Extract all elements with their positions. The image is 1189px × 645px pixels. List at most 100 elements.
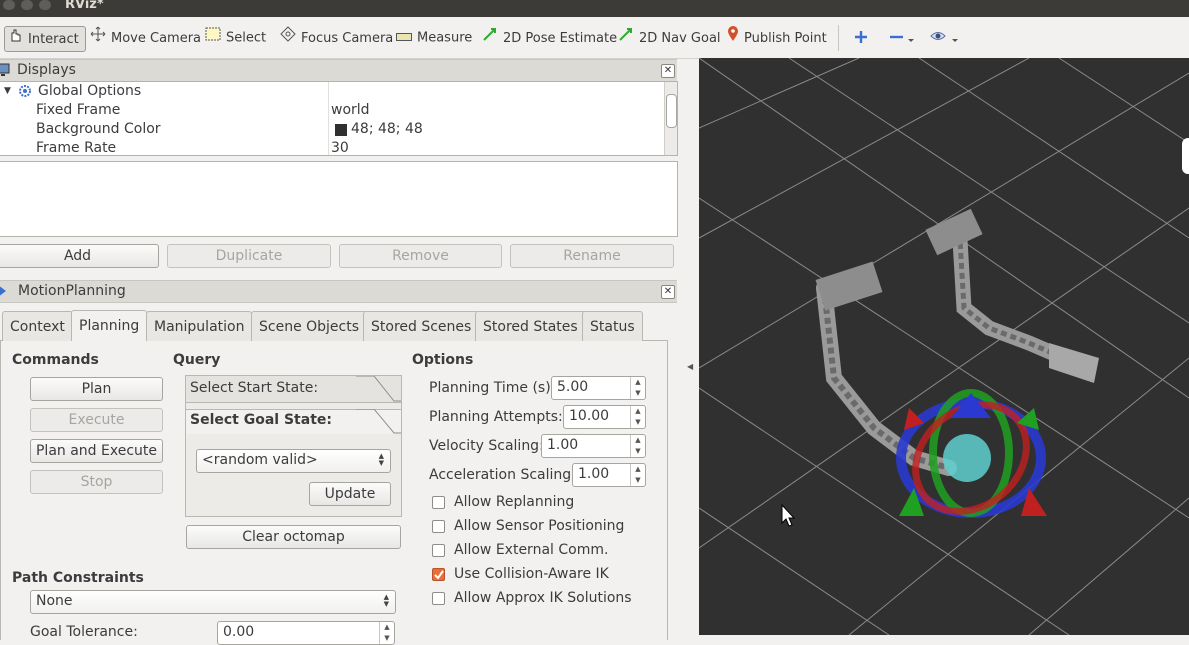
- tool-2d-nav-goal[interactable]: 2D Nav Goal: [618, 26, 721, 50]
- tool-label: Select: [226, 30, 267, 46]
- color-swatch[interactable]: [335, 124, 347, 136]
- close-motion-planning-button[interactable]: ✕: [661, 285, 675, 299]
- planning-time-spinbox[interactable]: 5.00 ▲ ▼: [551, 376, 646, 400]
- remove-tool-icon[interactable]: [889, 29, 917, 49]
- plan-and-execute-button[interactable]: Plan and Execute: [30, 439, 163, 463]
- toolbox-tab-notch: [356, 409, 401, 434]
- add-tool-icon[interactable]: [853, 29, 869, 49]
- goal-tolerance-spinbox[interactable]: 0.00 ▲ ▼: [217, 621, 395, 645]
- tool-label: 2D Nav Goal: [639, 31, 721, 46]
- tab-context[interactable]: Context: [2, 311, 73, 341]
- viewport-scene: [699, 58, 1189, 635]
- fixed-frame-value[interactable]: world: [331, 101, 370, 120]
- tool-move-camera[interactable]: Move Camera: [90, 26, 201, 50]
- ground-grid: [699, 58, 1189, 635]
- clear-octomap-button[interactable]: Clear octomap: [186, 525, 401, 549]
- stop-button[interactable]: Stop: [30, 470, 163, 494]
- tool-publish-point[interactable]: Publish Point: [727, 26, 827, 50]
- start-state-page[interactable]: Select Start State:: [186, 376, 401, 403]
- toolbox-tab-notch: [356, 376, 401, 402]
- scrollbar-thumb[interactable]: [666, 94, 677, 128]
- toolbar-separator: [838, 25, 839, 51]
- add-display-button[interactable]: Add: [0, 244, 159, 268]
- move-camera-icon: [90, 26, 106, 51]
- spin-arrows-icon[interactable]: ▲ ▼: [630, 406, 645, 428]
- allow-replanning-checkbox[interactable]: [432, 496, 445, 509]
- execute-button[interactable]: Execute: [30, 408, 163, 432]
- viewport-side-handle[interactable]: [1182, 138, 1189, 174]
- update-button[interactable]: Update: [309, 482, 391, 506]
- robot-arm-right: [925, 208, 1099, 383]
- velocity-scaling-value: 1.00: [547, 437, 579, 453]
- duplicate-display-button[interactable]: Duplicate: [167, 244, 331, 268]
- hand-cursor-icon: [7, 27, 23, 52]
- path-constraints-value: None: [36, 593, 73, 609]
- remove-display-button[interactable]: Remove: [339, 244, 502, 268]
- tool-select[interactable]: Select: [205, 26, 266, 50]
- tab-planning[interactable]: Planning: [71, 310, 148, 341]
- tool-interact[interactable]: Interact: [4, 26, 86, 52]
- path-constraints-select[interactable]: None ▲ ▼: [30, 590, 396, 614]
- tool-label: Move Camera: [111, 31, 202, 46]
- velocity-scaling-spinbox[interactable]: 1.00 ▲ ▼: [541, 434, 646, 458]
- planning-attempts-label: Planning Attempts:: [429, 409, 563, 425]
- tool-measure[interactable]: Measure: [396, 26, 472, 50]
- background-color-value[interactable]: 48; 48; 48: [351, 120, 423, 139]
- tab-status[interactable]: Status: [582, 311, 643, 341]
- tab-stored-states[interactable]: Stored States: [475, 311, 586, 341]
- tool-label: Focus Camera: [301, 31, 394, 46]
- query-toolbox: Select Start State: Select Goal State: <…: [185, 375, 402, 517]
- tool-label: Publish Point: [744, 31, 827, 46]
- tool-2d-pose-estimate[interactable]: 2D Pose Estimate: [482, 26, 617, 50]
- goal-state-select[interactable]: <random valid> ▲ ▼: [196, 449, 391, 473]
- collision-aware-ik-checkbox[interactable]: [432, 568, 445, 581]
- mouse-cursor-icon: [781, 503, 796, 527]
- minimize-window-icon[interactable]: [21, 0, 33, 10]
- tree-scrollbar[interactable]: [664, 82, 677, 155]
- planning-attempts-spinbox[interactable]: 10.00 ▲ ▼: [563, 405, 646, 429]
- tree-row-background-color[interactable]: Background Color: [36, 120, 161, 139]
- view-panels-eye-icon[interactable]: [930, 29, 960, 49]
- goal-tolerance-label: Goal Tolerance:: [30, 624, 138, 640]
- collapse-panel-arrow-icon[interactable]: ◀: [687, 362, 693, 371]
- allow-sensor-positioning-checkbox[interactable]: [432, 520, 445, 533]
- allow-external-comm-label: Allow External Comm.: [454, 542, 609, 558]
- tab-stored-scenes[interactable]: Stored Scenes: [363, 311, 480, 341]
- path-constraints-title: Path Constraints: [12, 570, 144, 586]
- spin-arrows-icon[interactable]: ▲ ▼: [630, 464, 645, 486]
- planning-time-value: 5.00: [557, 379, 589, 395]
- tool-focus-camera[interactable]: Focus Camera: [280, 26, 393, 50]
- goal-state-value: <random valid>: [202, 452, 318, 468]
- allow-approx-ik-checkbox[interactable]: [432, 592, 445, 605]
- goal-state-page[interactable]: Select Goal State:: [186, 409, 401, 434]
- allow-external-comm-checkbox[interactable]: [432, 544, 445, 557]
- select-box-icon: [205, 26, 221, 50]
- spin-arrows-icon[interactable]: ▲ ▼: [630, 435, 645, 457]
- maximize-window-icon[interactable]: [39, 0, 51, 10]
- motion-planning-icon: [0, 284, 8, 305]
- tree-row-fixed-frame[interactable]: Fixed Frame: [36, 101, 120, 120]
- planning-time-label: Planning Time (s):: [429, 380, 556, 396]
- allow-replanning-label: Allow Replanning: [454, 494, 575, 510]
- spin-arrows-icon[interactable]: ▲ ▼: [630, 377, 645, 399]
- tab-scene-objects[interactable]: Scene Objects: [251, 311, 368, 341]
- plan-button[interactable]: Plan: [30, 377, 163, 401]
- 3d-viewport[interactable]: [699, 58, 1189, 635]
- spin-arrows-icon: ▲ ▼: [378, 452, 384, 467]
- tree-row-frame-rate[interactable]: Frame Rate: [36, 139, 116, 155]
- displays-panel-header: Displays ✕: [0, 59, 677, 82]
- frame-rate-value[interactable]: 30: [331, 139, 349, 155]
- close-window-icon[interactable]: [3, 0, 15, 10]
- tab-manipulation[interactable]: Manipulation: [146, 311, 253, 341]
- spin-arrows-icon[interactable]: ▲ ▼: [379, 622, 394, 644]
- planning-attempts-value: 10.00: [569, 408, 610, 424]
- close-displays-button[interactable]: ✕: [661, 64, 675, 78]
- expand-arrow-icon[interactable]: ▼: [4, 82, 11, 101]
- allow-sensor-positioning-label: Allow Sensor Positioning: [454, 518, 625, 534]
- tool-label: Interact: [28, 32, 79, 47]
- tree-row-global-options[interactable]: Global Options: [38, 82, 141, 101]
- interactive-marker[interactable]: [894, 383, 1048, 534]
- acceleration-scaling-spinbox[interactable]: 1.00 ▲ ▼: [572, 463, 646, 487]
- rename-display-button[interactable]: Rename: [510, 244, 674, 268]
- displays-tree: ▼ Global Options Fixed Frame world Backg…: [0, 81, 678, 156]
